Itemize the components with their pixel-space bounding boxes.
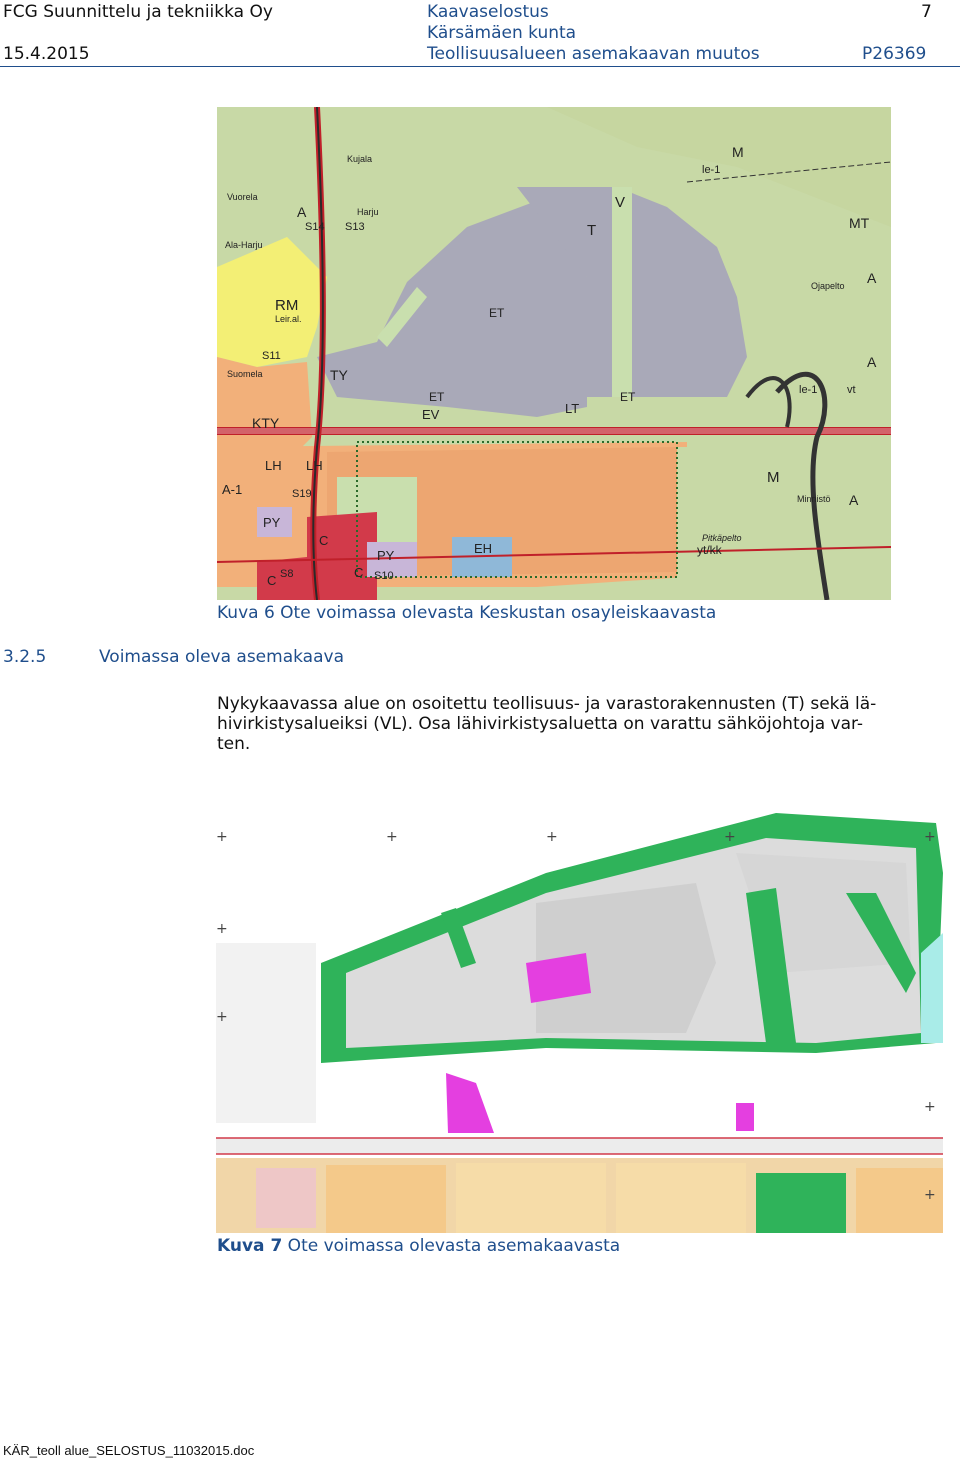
figure2-caption-text: Ote voimassa olevasta asemakaavasta (282, 1236, 621, 1256)
label-alaharju: Ala-Harju (225, 240, 263, 250)
svg-text:+: + (924, 829, 936, 845)
label-lh2: LH (306, 458, 323, 473)
label-ytkk: yt/kk (697, 543, 723, 557)
label-py: PY (263, 515, 281, 530)
label-mt: MT (849, 215, 870, 231)
header-company: FCG Suunnittelu ja tekniikka Oy (3, 2, 273, 22)
section-title: Voimassa oleva asemakaava (99, 647, 344, 667)
label-harju: Harju (357, 207, 379, 217)
label-ojapelto: Ojapelto (811, 281, 845, 291)
label-le1b: le-1 (799, 384, 817, 396)
paragraph-line-3: ten. (217, 734, 251, 754)
figure1-caption: Kuva 6 Ote voimassa olevasta Keskustan o… (217, 603, 717, 623)
label-minnisto: Minnistö (797, 494, 831, 504)
label-m: M (732, 144, 744, 160)
label-a2: A (867, 354, 877, 370)
page-number: 7 (921, 2, 932, 22)
label-s19: S19 (292, 488, 312, 500)
label-a1: A-1 (222, 482, 242, 497)
label-s8: S8 (280, 568, 293, 580)
header-project: Teollisuusalueen asemakaavan muutos (427, 44, 760, 64)
label-lt: LT (565, 401, 579, 416)
label-vt: vt (847, 384, 856, 396)
svg-text:+: + (546, 829, 558, 845)
label-c: C (319, 533, 328, 548)
label-suomela: Suomela (227, 369, 263, 379)
label-rm: RM (275, 297, 298, 314)
svg-text:+: + (216, 829, 228, 845)
label-s10: S10 (374, 570, 394, 582)
master-plan-svg: M le-1 MT A A A A RM Leir.al. S11 S14 S1… (217, 107, 891, 600)
svg-text:+: + (724, 829, 736, 845)
project-code: P26369 (862, 44, 927, 64)
label-v: V (615, 194, 625, 211)
label-et: ET (489, 306, 505, 320)
svg-text:+: + (216, 921, 228, 937)
header-date: 15.4.2015 (3, 44, 90, 64)
label-a: A (867, 270, 877, 286)
label-t: T (587, 222, 596, 239)
label-leir: Leir.al. (275, 314, 302, 324)
label-s11: S11 (262, 350, 281, 362)
svg-text:+: + (386, 829, 398, 845)
label-pitkapelto: Pitkäpelto (702, 533, 742, 543)
label-m2: M (767, 469, 780, 486)
label-ev: EV (422, 407, 440, 422)
paragraph-line-2: hivirkistysalueiksi (VL). Osa lähivirkis… (217, 714, 864, 734)
label-le1: le-1 (702, 164, 720, 176)
label-eh: EH (474, 541, 492, 556)
svg-text:+: + (924, 1099, 936, 1115)
label-lh: LH (265, 458, 282, 473)
label-s13: S13 (345, 221, 365, 233)
label-c3: C (354, 565, 363, 580)
label-et3: ET (620, 390, 636, 404)
body-paragraph: Nykykaavassa alue on osoitettu teollisuu… (217, 694, 951, 754)
label-py2: PY (377, 548, 395, 563)
header-rule (0, 66, 960, 67)
figure2-caption-label: Kuva 7 (217, 1236, 283, 1256)
label-ty: TY (330, 367, 349, 383)
footer-filename: KÄR_teoll alue_SELOSTUS_11032015.doc (3, 1443, 255, 1458)
svg-text:+: + (216, 1009, 228, 1025)
detailed-plan-map: + + + + + + + + + (216, 793, 943, 1233)
detailed-plan-svg: + + + + + + + + + (216, 793, 943, 1233)
label-et2: ET (429, 390, 445, 404)
figure2-caption: Kuva 7 Ote voimassa olevasta asemakaavas… (217, 1236, 620, 1256)
paragraph-line-1: Nykykaavassa alue on osoitettu teollisuu… (217, 694, 877, 714)
label-kujala: Kujala (347, 154, 372, 164)
section-number: 3.2.5 (3, 647, 47, 667)
label-c2: C (267, 573, 276, 588)
svg-text:+: + (924, 1187, 936, 1203)
label-vuorela: Vuorela (227, 192, 258, 202)
label-kty: KTY (252, 415, 280, 431)
label-a3: A (849, 492, 859, 508)
label-s14: S14 (305, 221, 325, 233)
label-a4: A (297, 204, 307, 220)
master-plan-map: M le-1 MT A A A A RM Leir.al. S11 S14 S1… (217, 107, 891, 600)
header-municipality: Kärsämäen kunta (427, 23, 577, 43)
header-doc-type: Kaavaselostus (427, 2, 549, 22)
